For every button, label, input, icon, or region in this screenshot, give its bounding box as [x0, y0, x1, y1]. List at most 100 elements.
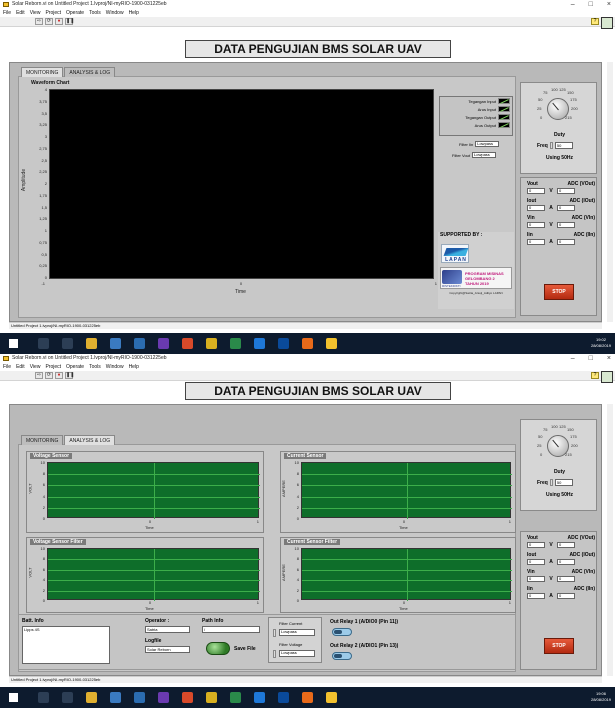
freq-input[interactable]: 50 [554, 479, 573, 486]
minimize-button[interactable]: – [571, 0, 575, 9]
current-filter-plot-area[interactable] [301, 548, 512, 601]
freq-input[interactable]: 50 [554, 142, 573, 149]
maximize-button[interactable]: □ [589, 0, 593, 9]
legend-swatch[interactable] [498, 98, 510, 104]
firefox-icon[interactable] [302, 692, 313, 703]
menu-window[interactable]: Window [106, 363, 124, 371]
outlook-icon[interactable] [278, 338, 289, 349]
store-icon[interactable] [110, 692, 121, 703]
menu-help[interactable]: Help [129, 363, 139, 371]
close-button[interactable]: × [607, 0, 611, 9]
labview-icon[interactable] [206, 338, 217, 349]
onenote-icon[interactable] [158, 338, 169, 349]
filter-current-ring[interactable]: Lowpass [279, 629, 315, 636]
menu-operate[interactable]: Operate [66, 9, 84, 17]
menu-window[interactable]: Window [106, 9, 124, 17]
menu-project[interactable]: Project [45, 9, 61, 17]
labview-icon[interactable] [206, 692, 217, 703]
system-clock[interactable]: 19:02 28/08/2019 [591, 337, 611, 349]
stop-button[interactable]: STOP [544, 638, 574, 654]
menu-file[interactable]: File [3, 9, 11, 17]
abort-icon[interactable]: ● [55, 18, 63, 25]
menu-edit[interactable]: Edit [16, 363, 25, 371]
windows-start-icon[interactable] [9, 339, 18, 348]
menu-view[interactable]: View [30, 363, 41, 371]
word-icon[interactable] [134, 338, 145, 349]
freq-spinner[interactable] [549, 142, 553, 149]
menu-tools[interactable]: Tools [89, 9, 101, 17]
freq-spinner[interactable] [549, 479, 553, 486]
vertical-scrollbar[interactable] [607, 404, 613, 676]
outlook-icon[interactable] [278, 692, 289, 703]
search-icon[interactable] [38, 692, 49, 703]
windows-start-icon[interactable] [9, 693, 18, 702]
batt-info-input[interactable]: Lipps 4S [22, 626, 110, 664]
legend-swatch[interactable] [498, 106, 510, 112]
tab-monitoring[interactable]: MONITORING [21, 435, 64, 445]
waveform-plot-area[interactable] [49, 89, 434, 279]
powerpoint-icon[interactable] [182, 338, 193, 349]
firefox-icon[interactable] [302, 338, 313, 349]
current-plot-area[interactable] [301, 462, 512, 519]
labview-active-icon[interactable] [326, 338, 337, 349]
duty-knob[interactable] [547, 435, 569, 457]
duty-knob[interactable] [547, 98, 569, 120]
filter-iin-ring[interactable]: Lowpass [475, 141, 500, 147]
close-button[interactable]: × [607, 354, 611, 363]
file-explorer-icon[interactable] [86, 692, 97, 703]
excel-icon[interactable] [230, 338, 241, 349]
operator-label: Operator : [145, 618, 170, 624]
run-arrow-icon[interactable]: ⇨ [35, 372, 43, 379]
maximize-button[interactable]: □ [589, 354, 593, 363]
filter-voltage-ring[interactable]: Lowpass [279, 650, 315, 657]
menu-tools[interactable]: Tools [89, 363, 101, 371]
onenote-icon[interactable] [158, 692, 169, 703]
plot-legend[interactable]: Tegangan Input Arus Input Tegangan Outpu… [439, 96, 513, 136]
task-view-icon[interactable] [62, 338, 73, 349]
vertical-scrollbar[interactable] [607, 62, 613, 322]
voltage-plot-area[interactable] [47, 462, 260, 519]
menu-help[interactable]: Help [129, 9, 139, 17]
abort-icon[interactable]: ● [55, 372, 63, 379]
file-explorer-icon[interactable] [86, 338, 97, 349]
tab-analysis-log[interactable]: ANALYSIS & LOG [64, 435, 116, 445]
operator-input[interactable]: Satria [145, 626, 190, 633]
menu-edit[interactable]: Edit [16, 9, 25, 17]
filter-current-arrow-icon[interactable] [273, 629, 276, 637]
relay2-toggle[interactable] [332, 652, 352, 660]
menu-file[interactable]: File [3, 363, 11, 371]
excel-icon[interactable] [230, 692, 241, 703]
stop-button[interactable]: STOP [544, 284, 574, 300]
logfile-input[interactable]: Solar Reborn [145, 646, 190, 653]
menu-project[interactable]: Project [45, 363, 61, 371]
run-continuous-icon[interactable]: ⟳ [45, 18, 53, 25]
voltage-filter-plot-area[interactable] [47, 548, 260, 601]
tab-monitoring[interactable]: MONITORING [21, 67, 64, 77]
pause-icon[interactable]: ❚❚ [65, 372, 74, 379]
pause-icon[interactable]: ❚❚ [65, 18, 74, 25]
word-icon[interactable] [134, 692, 145, 703]
labview-active-icon[interactable] [326, 692, 337, 703]
help-icon[interactable]: ? [591, 18, 599, 25]
legend-swatch[interactable] [498, 122, 510, 128]
run-arrow-icon[interactable]: ⇨ [35, 18, 43, 25]
edge-icon[interactable] [254, 338, 265, 349]
minimize-button[interactable]: – [571, 354, 575, 363]
filter-vout-ring[interactable]: Lowpass [472, 152, 497, 158]
search-icon[interactable] [38, 338, 49, 349]
task-view-icon[interactable] [62, 692, 73, 703]
relay1-toggle[interactable] [332, 628, 352, 636]
tab-analysis-log[interactable]: ANALYSIS & LOG [64, 67, 116, 77]
edge-icon[interactable] [254, 692, 265, 703]
help-icon[interactable]: ? [591, 372, 599, 379]
run-continuous-icon[interactable]: ⟳ [45, 372, 53, 379]
legend-swatch[interactable] [498, 114, 510, 120]
filter-voltage-arrow-icon[interactable] [273, 650, 276, 658]
save-file-button[interactable] [206, 642, 230, 655]
store-icon[interactable] [110, 338, 121, 349]
powerpoint-icon[interactable] [182, 692, 193, 703]
menu-operate[interactable]: Operate [66, 363, 84, 371]
menu-view[interactable]: View [30, 9, 41, 17]
system-clock[interactable]: 19:06 28/08/2019 [591, 691, 611, 703]
duty-control-panel: 0 25 50 75 100 125 150 175 200 215 Duty Freq 50 U… [520, 419, 597, 511]
